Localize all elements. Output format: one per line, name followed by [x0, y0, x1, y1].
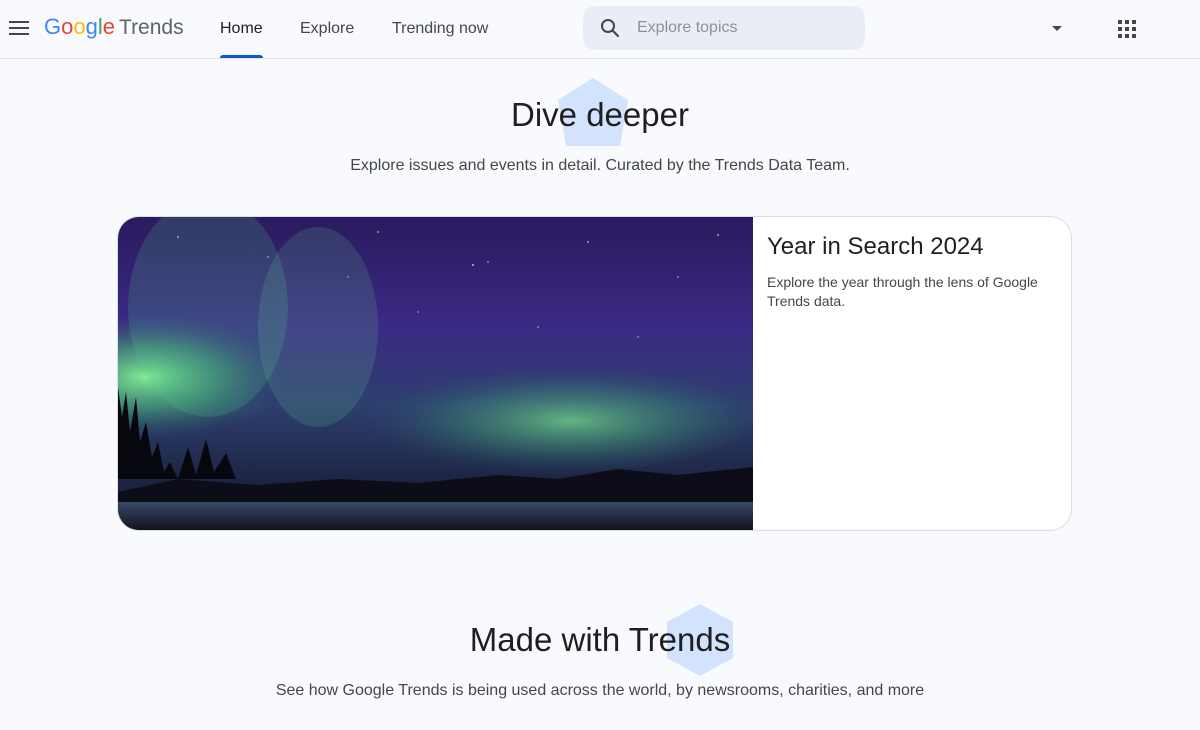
google-wordmark: Google [44, 14, 116, 39]
tab-explore-label: Explore [300, 20, 355, 37]
tab-home-label: Home [220, 20, 263, 37]
made-with-trends-title: Made with Trends [469, 621, 731, 658]
dive-deeper-title: Dive deeper [511, 96, 689, 133]
top-app-bar: Google Trends Home Explore Trending now [0, 0, 1200, 59]
tab-trending-now-label: Trending now [392, 20, 489, 37]
card-description: Explore the year through the lens of Goo… [767, 274, 1038, 309]
search-input[interactable] [637, 19, 847, 37]
aurora-image [118, 217, 753, 530]
menu-icon[interactable] [4, 10, 34, 46]
tab-trending-now[interactable]: Trending now [392, 0, 488, 58]
trends-wordmark: Trends [119, 16, 184, 39]
search-icon[interactable] [583, 18, 637, 38]
tab-home[interactable]: Home [220, 0, 263, 58]
year-in-search-card[interactable]: Year in Search 2024 Explore the year thr… [117, 216, 1072, 531]
dive-deeper-subtitle: Explore issues and events in detail. Cur… [350, 157, 850, 174]
search-bar[interactable] [583, 6, 865, 50]
made-with-trends-subtitle: See how Google Trends is being used acro… [275, 682, 925, 699]
active-tab-indicator [220, 55, 263, 58]
card-title: Year in Search 2024 [767, 233, 984, 260]
arrow-drop-down-icon[interactable] [1045, 18, 1069, 40]
google-trends-logo[interactable]: Google Trends [44, 14, 184, 44]
tab-explore[interactable]: Explore [300, 0, 354, 58]
apps-grid-icon[interactable] [1112, 14, 1142, 44]
card-text-panel: Year in Search 2024 Explore the year thr… [767, 231, 1057, 311]
